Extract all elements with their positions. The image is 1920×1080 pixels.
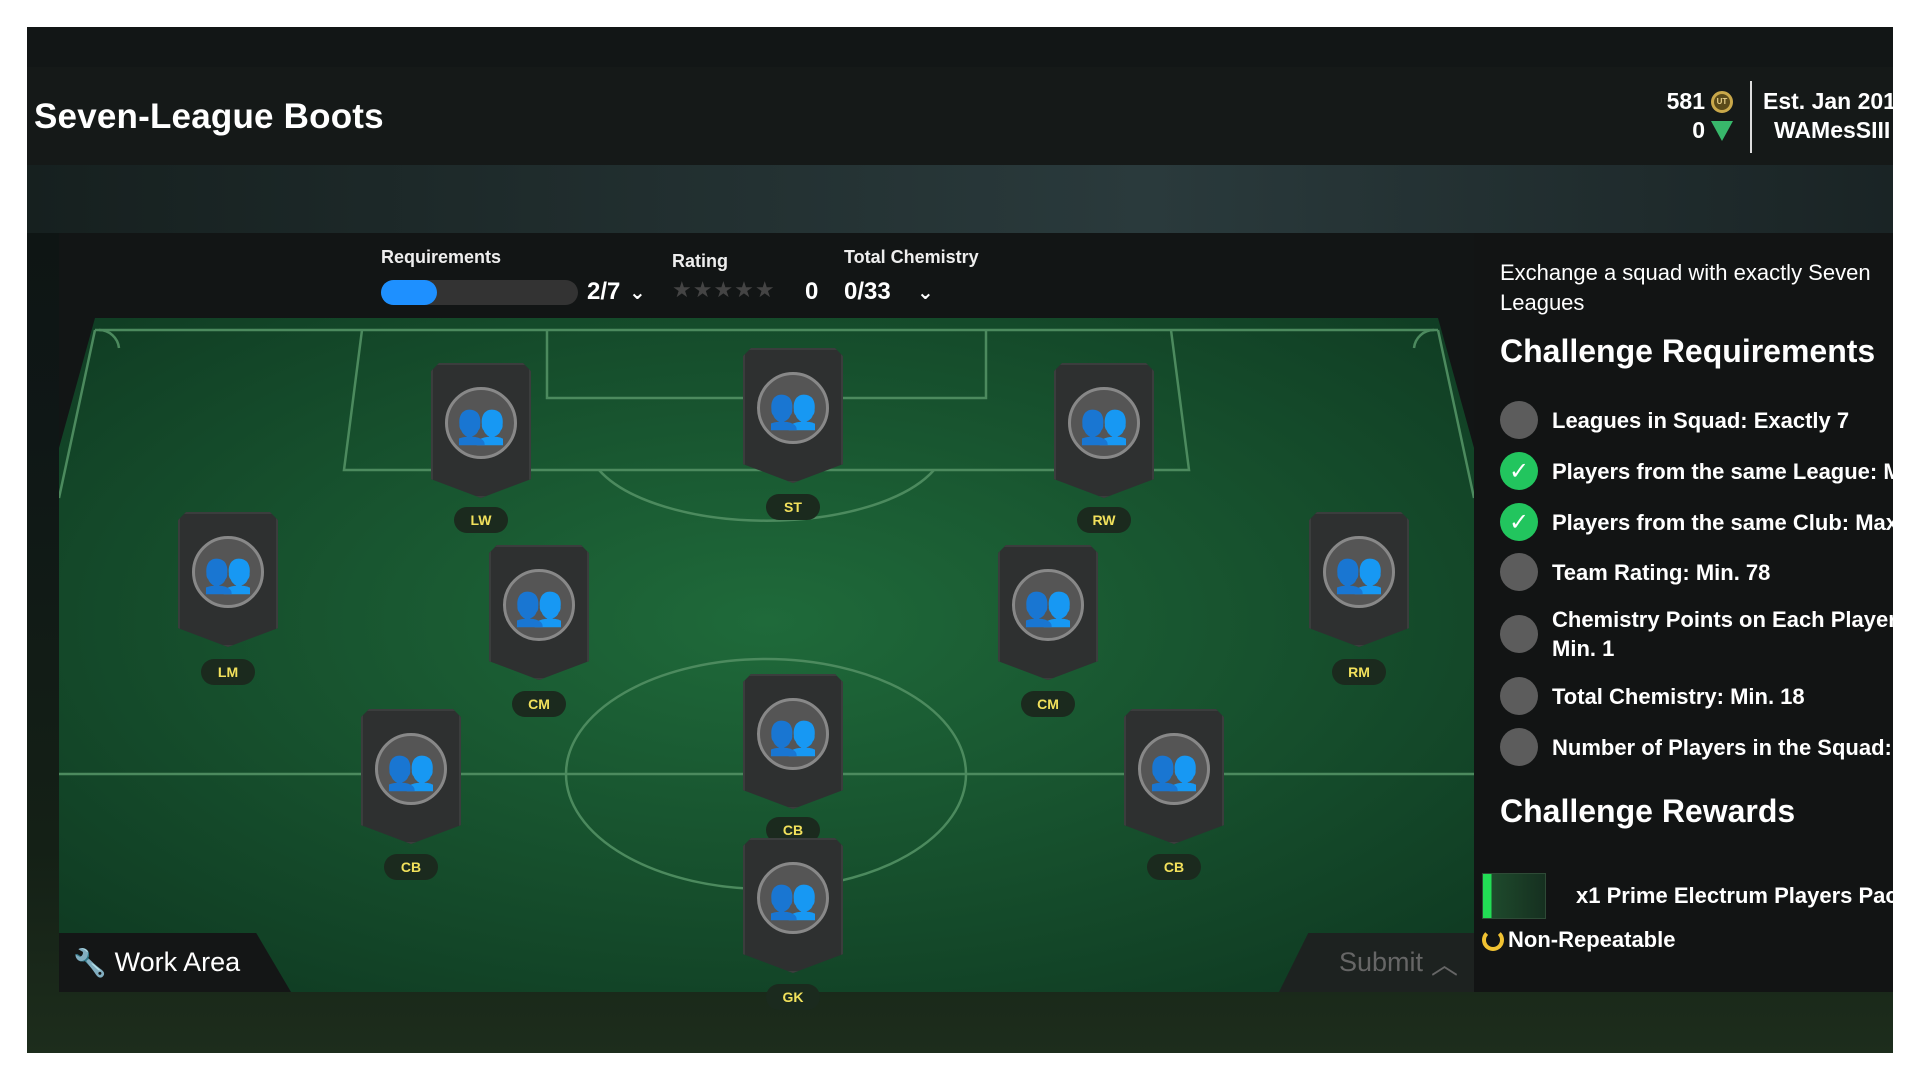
- challenge-description: Exchange a squad with exactly Seven Leag…: [1500, 260, 1871, 315]
- app-window: Seven-League Boots 581 UT 0 Est. Jan 2018…: [27, 27, 1893, 1053]
- player-slot-rm[interactable]: 👥: [1309, 512, 1409, 647]
- background-band: [27, 165, 1893, 233]
- player-slot-cb[interactable]: 👥: [743, 674, 843, 809]
- player-slot-lm[interactable]: 👥: [178, 512, 278, 647]
- submit-label: Submit: [1338, 947, 1423, 977]
- header: Seven-League Boots 581 UT 0 Est. Jan 2018…: [27, 67, 1893, 165]
- status-dot-icon: [1500, 553, 1538, 591]
- rewards-heading: Challenge Rewards: [1500, 793, 1796, 829]
- submit-button[interactable]: Submit ︿: [1279, 933, 1474, 992]
- requirement-text: Number of Players in the Squad:: [1552, 734, 1892, 760]
- requirement-text: Players from the same Club: Max: [1552, 509, 1893, 535]
- reward-item[interactable]: x1 Prime Electrum Players Pack: [1482, 873, 1893, 919]
- requirements-label: Requirements: [381, 247, 502, 267]
- chemistry-label: Total Chemistry: [844, 247, 979, 267]
- rating-stars: ★★★★★: [672, 277, 776, 302]
- rating-value: 0: [805, 278, 819, 305]
- wrench-icon: 🔧: [73, 947, 107, 978]
- challenge-panel: Exchange a squad with exactly Seven Leag…: [1474, 233, 1893, 992]
- pack-image: [1482, 873, 1546, 919]
- position-label: LW: [454, 507, 508, 533]
- empty-player-icon: 👥: [1068, 387, 1140, 459]
- requirements-progress-fill: [381, 280, 438, 305]
- club-name: WAMesSIII: [1774, 117, 1891, 143]
- chemistry-value[interactable]: 0/33: [844, 278, 891, 306]
- requirement-item: Number of Players in the Squad:: [1500, 728, 1892, 766]
- requirements-progress-bar: [381, 280, 578, 305]
- requirement-item: ✓ Players from the same League: Max: [1500, 452, 1893, 490]
- position-label: GK: [766, 984, 820, 1010]
- requirement-text: Team Rating: Min. 78: [1552, 559, 1771, 585]
- empty-player-icon: 👥: [757, 698, 829, 770]
- requirement-item: Team Rating: Min. 78: [1500, 553, 1770, 591]
- empty-player-icon: 👥: [1138, 733, 1210, 805]
- player-slot-cm[interactable]: 👥: [489, 545, 589, 680]
- player-slot-gk[interactable]: 👥: [743, 838, 843, 973]
- position-label: RW: [1077, 507, 1131, 533]
- status-dot-icon: [1500, 401, 1538, 439]
- empty-player-icon: 👥: [192, 536, 264, 608]
- club-info[interactable]: Est. Jan 2018 WAMesSIII: [1763, 87, 1893, 145]
- top-bar: [27, 27, 1893, 67]
- requirements-heading: Challenge Requirements: [1500, 333, 1876, 369]
- non-repeatable-icon: [1482, 929, 1504, 951]
- work-area-button[interactable]: 🔧 Work Area: [59, 933, 291, 992]
- empty-player-icon: 👥: [445, 387, 517, 459]
- player-slot-cb[interactable]: 👥: [361, 709, 461, 844]
- chevron-up-icon: ︿: [1431, 950, 1458, 980]
- requirement-text: Chemistry Points on Each Player: Min. 1: [1552, 607, 1893, 661]
- points-value: 0: [1692, 117, 1705, 143]
- position-label: LM: [201, 659, 255, 685]
- work-area-label: Work Area: [114, 947, 241, 977]
- status-dot-icon: [1500, 677, 1538, 715]
- requirement-text: Leagues in Squad: Exactly 7: [1552, 407, 1850, 433]
- status-dot-icon: [1500, 615, 1538, 653]
- coin-icon: UT: [1711, 90, 1733, 113]
- points-icon: [1711, 120, 1733, 141]
- check-icon: ✓: [1500, 503, 1538, 541]
- page-title: Seven-League Boots: [34, 97, 384, 136]
- rating-label: Rating: [672, 251, 728, 271]
- player-slot-cm[interactable]: 👥: [998, 545, 1098, 680]
- empty-player-icon: 👥: [1323, 536, 1395, 608]
- divider: [1750, 81, 1752, 153]
- status-dot-icon: [1500, 728, 1538, 766]
- position-label: RM: [1332, 659, 1386, 685]
- requirement-item: ✓ Players from the same Club: Max: [1500, 503, 1893, 541]
- player-slot-cb[interactable]: 👥: [1124, 709, 1224, 844]
- wallet: 581 UT 0: [1667, 87, 1733, 145]
- position-label: CB: [1147, 854, 1201, 880]
- requirements-value[interactable]: 2/7: [587, 278, 620, 306]
- empty-player-icon: 👥: [757, 862, 829, 934]
- empty-player-icon: 👥: [1012, 569, 1084, 641]
- chemistry-chevron-icon[interactable]: ⌄: [917, 280, 934, 305]
- position-label: CM: [512, 691, 566, 717]
- repeatability: Non-Repeatable: [1482, 927, 1675, 953]
- requirement-text: Total Chemistry: Min. 18: [1552, 683, 1805, 709]
- requirement-item: Chemistry Points on Each Player: Min. 1: [1500, 605, 1893, 663]
- requirement-item: Leagues in Squad: Exactly 7: [1500, 401, 1849, 439]
- requirements-chevron-icon[interactable]: ⌄: [629, 280, 646, 305]
- position-label: ST: [766, 494, 820, 520]
- reward-label: x1 Prime Electrum Players Pack: [1576, 883, 1893, 908]
- squad-builder: Requirements 2/7 ⌄ Rating ★★★★★ 0 Total …: [59, 233, 1474, 1010]
- requirement-text: Players from the same League: Max: [1552, 458, 1893, 484]
- empty-player-icon: 👥: [503, 569, 575, 641]
- repeat-label: Non-Repeatable: [1508, 927, 1676, 952]
- position-label: CM: [1021, 691, 1075, 717]
- player-slot-lw[interactable]: 👥: [431, 363, 531, 498]
- position-label: CB: [384, 854, 438, 880]
- empty-player-icon: 👥: [757, 372, 829, 444]
- player-slot-rw[interactable]: 👥: [1054, 363, 1154, 498]
- coins-value: 581: [1666, 88, 1705, 114]
- player-slot-st[interactable]: 👥: [743, 348, 843, 483]
- requirement-item: Total Chemistry: Min. 18: [1500, 677, 1805, 715]
- check-icon: ✓: [1500, 452, 1538, 490]
- empty-player-icon: 👥: [375, 733, 447, 805]
- squad-stats: Requirements 2/7 ⌄ Rating ★★★★★ 0 Total …: [59, 233, 1474, 318]
- club-established: Est. Jan 2018: [1763, 88, 1893, 114]
